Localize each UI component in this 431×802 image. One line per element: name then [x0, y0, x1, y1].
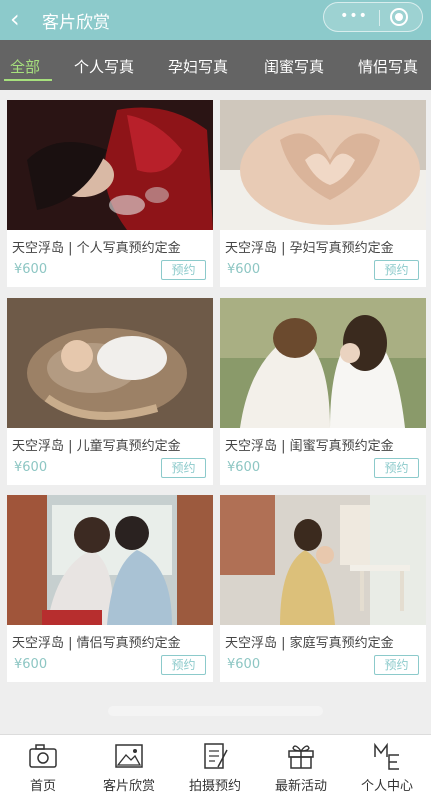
product-price: ¥600	[227, 657, 261, 672]
book-button[interactable]: 预约	[374, 458, 419, 478]
active-tab-indicator	[4, 79, 52, 81]
camera-icon	[29, 744, 57, 768]
picture-frame-icon	[115, 744, 143, 768]
tab-maternity[interactable]: 孕妇写真	[168, 56, 228, 77]
gift-box-icon	[288, 745, 314, 769]
product-card[interactable]: 天空浮岛 | 家庭写真预约定金 ¥600 预约	[220, 495, 426, 682]
book-button[interactable]: 预约	[374, 260, 419, 280]
product-card[interactable]: 天空浮岛 | 儿童写真预约定金 ¥600 预约	[7, 298, 213, 485]
nav-label: 最新活动	[274, 779, 327, 794]
top-header: ‹ 客片欣赏 •••	[0, 0, 431, 40]
bottom-nav: 首页 客片欣赏 拍摄预约 最新活动 个人中心	[0, 734, 431, 802]
product-price: ¥600	[14, 657, 48, 672]
product-card[interactable]: 天空浮岛 | 情侣写真预约定金 ¥600 预约	[7, 495, 213, 682]
nav-label: 客片欣赏	[102, 779, 155, 794]
product-photo	[7, 298, 213, 428]
nav-events[interactable]: 最新活动	[258, 735, 344, 802]
chevron-left-icon[interactable]: ‹	[10, 6, 20, 32]
product-title: 天空浮岛 | 家庭写真预约定金	[225, 636, 394, 651]
notepad-pen-icon	[204, 743, 228, 769]
blurred-footer-text	[108, 706, 323, 716]
nav-booking[interactable]: 拍摄预约	[172, 735, 258, 802]
capsule-divider	[379, 10, 380, 26]
tab-personal[interactable]: 个人写真	[74, 56, 134, 77]
product-price: ¥600	[227, 262, 261, 277]
product-card[interactable]: 天空浮岛 | 孕妇写真预约定金 ¥600 预约	[220, 100, 426, 287]
book-button[interactable]: 预约	[374, 655, 419, 675]
product-title: 天空浮岛 | 个人写真预约定金	[12, 241, 181, 256]
product-card[interactable]: 天空浮岛 | 个人写真预约定金 ¥600 预约	[7, 100, 213, 287]
category-tabs: 全部 个人写真 孕妇写真 闺蜜写真 情侣写真	[0, 40, 431, 90]
page-title: 客片欣赏	[42, 13, 110, 33]
product-photo	[7, 495, 213, 625]
tab-bestie[interactable]: 闺蜜写真	[264, 56, 324, 77]
product-card[interactable]: 天空浮岛 | 闺蜜写真预约定金 ¥600 预约	[220, 298, 426, 485]
product-title: 天空浮岛 | 儿童写真预约定金	[12, 439, 181, 454]
book-button[interactable]: 预约	[161, 458, 206, 478]
nav-home[interactable]: 首页	[0, 735, 86, 802]
product-photo	[7, 100, 213, 230]
product-price: ¥600	[227, 460, 261, 475]
product-photo	[220, 298, 426, 428]
more-dots-icon[interactable]: •••	[336, 7, 372, 27]
tab-couple[interactable]: 情侣写真	[358, 56, 418, 77]
product-title: 天空浮岛 | 孕妇写真预约定金	[225, 241, 394, 256]
nav-label: 首页	[29, 779, 56, 794]
mini-program-capsule: •••	[323, 2, 423, 32]
book-button[interactable]: 预约	[161, 260, 206, 280]
product-photo	[220, 100, 426, 230]
product-price: ¥600	[14, 460, 48, 475]
product-title: 天空浮岛 | 闺蜜写真预约定金	[225, 439, 394, 454]
tab-all[interactable]: 全部	[10, 56, 40, 77]
nav-label: 拍摄预约	[188, 779, 241, 794]
book-button[interactable]: 预约	[161, 655, 206, 675]
nav-label: 个人中心	[360, 779, 413, 794]
target-circle-icon[interactable]	[390, 8, 408, 26]
nav-profile[interactable]: 个人中心	[344, 735, 430, 802]
product-title: 天空浮岛 | 情侣写真预约定金	[12, 636, 181, 651]
product-photo	[220, 495, 426, 625]
product-price: ¥600	[14, 262, 48, 277]
nav-gallery[interactable]: 客片欣赏	[86, 735, 172, 802]
me-icon	[374, 742, 399, 770]
